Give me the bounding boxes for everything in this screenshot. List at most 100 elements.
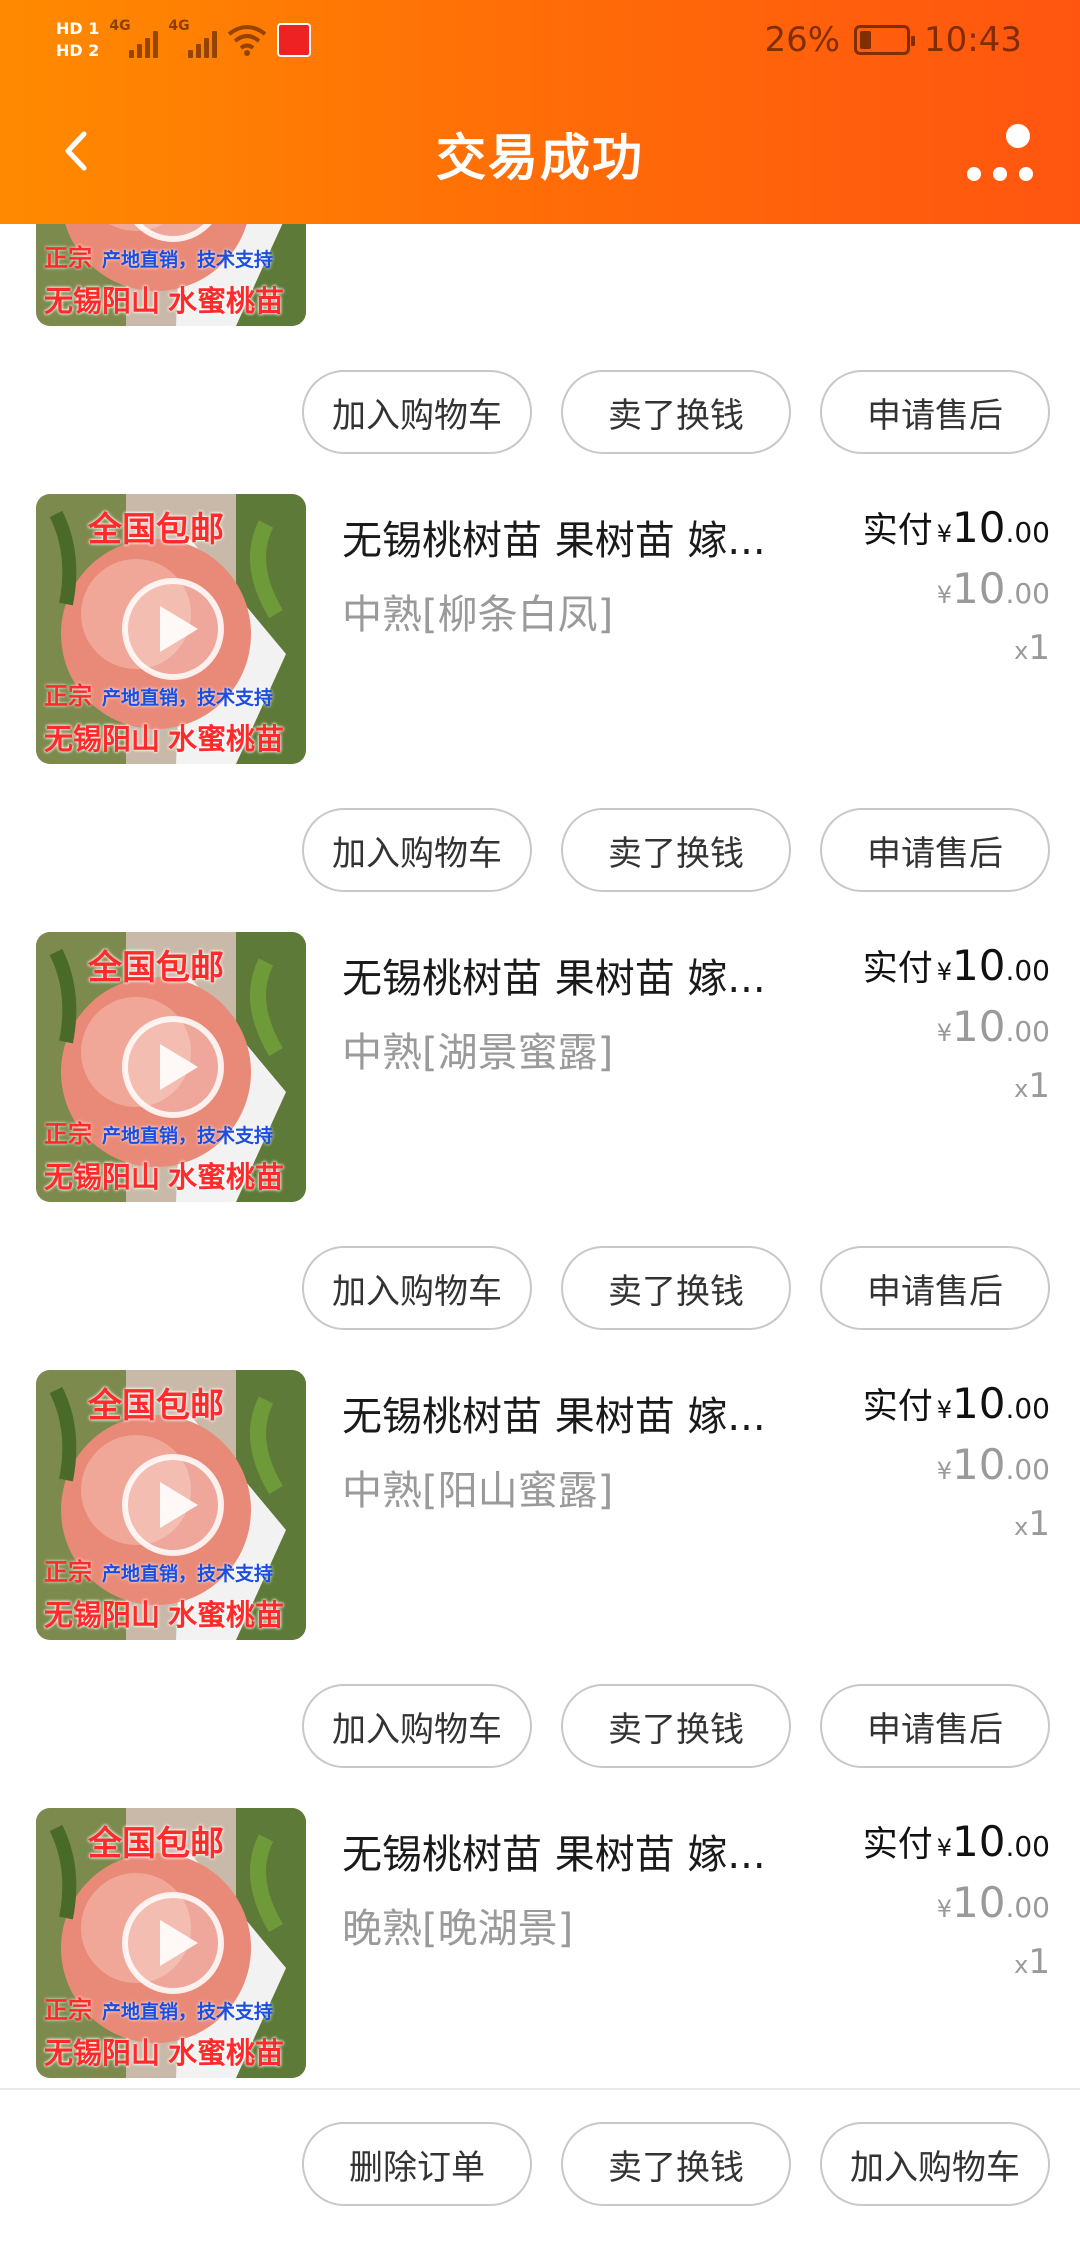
order-item[interactable]: 全国包邮正宗产地直销，技术支持无锡阳山 水蜜桃苗早熟[雨花露]¥10.00x1加…: [0, 224, 1080, 494]
after-sale-button[interactable]: 申请售后: [820, 808, 1050, 892]
order-item[interactable]: 全国包邮 正宗 产地直销，技术支持 无锡阳山 水蜜桃苗 无锡桃树苗 果树苗 嫁... 中熟…: [0, 1370, 1080, 1808]
product-name[interactable]: 无锡桃树苗 果树苗 嫁...: [342, 1822, 782, 1880]
signal-2-icon: 4G: [168, 18, 218, 58]
quantity: x1: [1014, 1066, 1050, 1106]
status-bar: HD 1 HD 2 4G 4G 26% 10:43: [0, 0, 1080, 80]
hd1-indicator: HD 1: [56, 19, 100, 38]
resell-button[interactable]: 卖了换钱: [561, 808, 791, 892]
paid-amount-dec: .00: [1005, 954, 1050, 987]
play-icon: [122, 1454, 224, 1556]
promo-product-origin: 无锡阳山 水蜜桃苗: [44, 724, 285, 756]
promo-free-shipping: 全国包邮: [88, 1387, 224, 1425]
quantity-x: x: [1014, 224, 1028, 227]
add-to-cart-button[interactable]: 加入购物车: [302, 370, 532, 454]
product-name[interactable]: 无锡桃树苗 果树苗 嫁...: [342, 1384, 782, 1442]
battery-level: [860, 31, 872, 49]
nav-bar: 交易成功: [0, 80, 1080, 224]
orig-amount-int: 10: [952, 1878, 1006, 1927]
resell-button[interactable]: 卖了换钱: [561, 1246, 791, 1330]
paid-amount-int: 10: [952, 1817, 1006, 1866]
paid-amount-dec: .00: [1005, 1830, 1050, 1863]
product-name[interactable]: 无锡桃树苗 果树苗 嫁...: [342, 946, 782, 1004]
network-type-2: 4G: [168, 18, 190, 34]
add-to-cart-button[interactable]: 加入购物车: [302, 1246, 532, 1330]
promo-direct-sale: 产地直销，技术支持: [102, 1564, 274, 1585]
product-thumbnail[interactable]: 全国包邮正宗产地直销，技术支持无锡阳山 水蜜桃苗: [36, 224, 306, 326]
promo-authentic-label: 正宗: [44, 1559, 92, 1586]
promo-free-shipping: 全国包邮: [88, 949, 224, 987]
add-to-cart-button[interactable]: 加入购物车: [302, 1684, 532, 1768]
original-price: ¥10.00: [937, 564, 1050, 613]
paid-currency: ¥: [936, 520, 953, 548]
promo-direct-sale: 产地直销，技术支持: [102, 250, 274, 271]
promo-authentic: 正宗 产地直销，技术支持: [44, 238, 306, 273]
paid-amount-int: 10: [952, 1379, 1006, 1428]
orig-amount-dec: .00: [1005, 577, 1050, 610]
promo-authentic-label: 正宗: [44, 1997, 92, 2024]
product-thumbnail[interactable]: 全国包邮正宗产地直销，技术支持无锡阳山 水蜜桃苗: [36, 932, 306, 1202]
resell-button[interactable]: 卖了换钱: [561, 1684, 791, 1768]
quantity: x1: [1014, 1504, 1050, 1544]
after-sale-button[interactable]: 申请售后: [820, 370, 1050, 454]
add-to-cart-button[interactable]: 加入购物车: [302, 808, 532, 892]
paid-label: 实付: [862, 1387, 933, 1427]
orig-amount-int: 10: [952, 564, 1006, 613]
promo-free-shipping: 全国包邮: [88, 511, 224, 549]
paid-amount-dec: .00: [1005, 516, 1050, 549]
product-name[interactable]: 无锡桃树苗 果树苗 嫁...: [342, 508, 782, 566]
order-item[interactable]: 全国包邮 正宗 产地直销，技术支持 无锡阳山 水蜜桃苗 无锡桃树苗 果树苗 嫁... 中熟…: [0, 932, 1080, 1370]
orig-amount-dec: .00: [1005, 1453, 1050, 1486]
resell-button[interactable]: 卖了换钱: [561, 370, 791, 454]
battery-icon: [854, 25, 916, 55]
product-thumbnail[interactable]: 全国包邮正宗产地直销，技术支持无锡阳山 水蜜桃苗: [36, 1370, 306, 1640]
paid-amount-int: 10: [952, 941, 1006, 990]
product-thumbnail[interactable]: 全国包邮正宗产地直销，技术支持无锡阳山 水蜜桃苗: [36, 494, 306, 764]
item-action-row: 加入购物车 卖了换钱 申请售后: [0, 808, 1080, 894]
promo-direct-sale: 产地直销，技术支持: [102, 688, 274, 709]
promo-product-origin: 无锡阳山 水蜜桃苗: [44, 2038, 285, 2070]
product-thumbnail[interactable]: 全国包邮正宗产地直销，技术支持无锡阳山 水蜜桃苗: [36, 1808, 306, 2078]
signal-1-icon: 4G: [109, 18, 159, 58]
quantity-count: 1: [1028, 1504, 1050, 1544]
quantity: x1: [1014, 628, 1050, 668]
quantity-count: 1: [1028, 1942, 1050, 1982]
orig-amount-int: 10: [952, 1440, 1006, 1489]
add-to-cart-button[interactable]: 加入购物车: [820, 2122, 1050, 2206]
orig-amount-int: 10: [952, 1002, 1006, 1051]
product-spec: 中熟[湖景蜜露]: [342, 1030, 614, 1076]
paid-currency: ¥: [936, 958, 953, 986]
order-item[interactable]: 全国包邮 正宗 产地直销，技术支持 无锡阳山 水蜜桃苗 无锡桃树苗 果树苗 嫁... 中熟…: [0, 494, 1080, 932]
paid-currency: ¥: [936, 1396, 953, 1424]
play-icon: [122, 1016, 224, 1118]
play-icon: [122, 578, 224, 680]
quantity-x: x: [1014, 1513, 1029, 1541]
paid-price: 实付 ¥10.00: [863, 940, 1050, 991]
quantity: x1: [1014, 1942, 1050, 1982]
quantity-count: 1: [1028, 1066, 1050, 1106]
after-sale-button[interactable]: 申请售后: [820, 1684, 1050, 1768]
paid-label: 实付: [862, 1825, 933, 1865]
hd2-indicator: HD 2: [56, 41, 100, 60]
more-menu-button[interactable]: [960, 100, 1050, 200]
quantity-x: x: [1014, 1075, 1029, 1103]
paid-price: 实付 ¥10.00: [863, 1378, 1050, 1429]
status-bar-left: HD 1 HD 2 4G 4G: [56, 10, 312, 70]
orig-currency: ¥: [936, 1019, 953, 1047]
orig-amount-dec: .00: [1005, 1015, 1050, 1048]
paid-label: 实付: [862, 511, 933, 551]
paid-price: 实付 ¥10.00: [863, 1816, 1050, 1867]
product-spec: 晚熟[晚湖景]: [342, 1906, 574, 1952]
notification-app-icon: [277, 23, 312, 57]
play-icon: [122, 1892, 224, 1994]
promo-authentic-label: 正宗: [44, 1121, 92, 1148]
clock: 10:43: [924, 20, 1022, 60]
delete-order-button[interactable]: 删除订单: [302, 2122, 532, 2206]
promo-authentic-label: 正宗: [44, 683, 92, 710]
promo-direct-sale: 产地直销，技术支持: [102, 1126, 274, 1147]
order-item[interactable]: 全国包邮 正宗 产地直销，技术支持 无锡阳山 水蜜桃苗 无锡桃树苗 果树苗 嫁... 晚熟…: [0, 1808, 1080, 2088]
promo-authentic: 正宗 产地直销，技术支持: [44, 1990, 306, 2025]
more-dots-icon: [967, 124, 1033, 181]
resell-button[interactable]: 卖了换钱: [561, 2122, 791, 2206]
after-sale-button[interactable]: 申请售后: [820, 1246, 1050, 1330]
status-bar-right: 26% 10:43: [764, 14, 1022, 66]
